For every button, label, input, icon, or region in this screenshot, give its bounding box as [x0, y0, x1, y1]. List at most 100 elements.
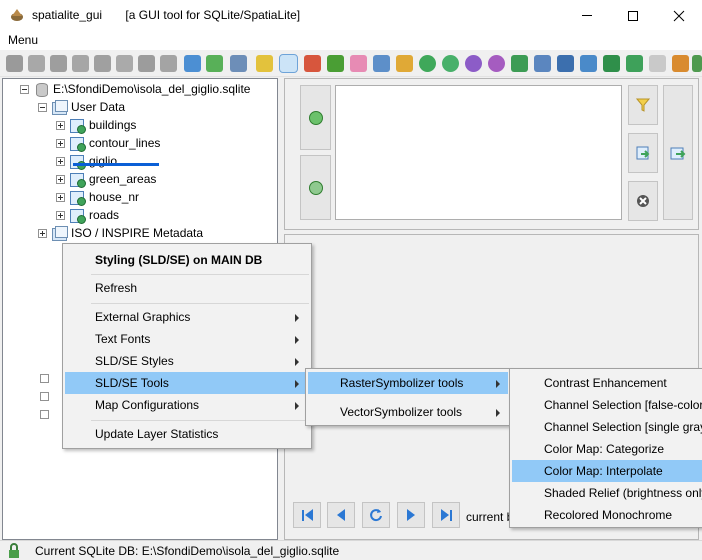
- edit-icon[interactable]: [396, 55, 413, 72]
- execute-sql-button[interactable]: [663, 85, 693, 220]
- load-sql-button[interactable]: [628, 133, 658, 173]
- sql-query-input[interactable]: [335, 85, 622, 220]
- menu-item-recolored-monochrome[interactable]: Recolored Monochrome: [510, 504, 702, 526]
- submenu-arrow-icon: [295, 358, 299, 366]
- submenu-arrow-icon: [295, 380, 299, 388]
- prev-page-button[interactable]: [327, 502, 355, 528]
- menu-header: Styling (SLD/SE) on MAIN DB: [95, 253, 263, 267]
- menu-item-update-stats[interactable]: Update Layer Statistics: [63, 423, 311, 445]
- expand-icon[interactable]: [40, 392, 49, 401]
- menu-item-text-fonts[interactable]: Text Fonts: [63, 328, 311, 350]
- menu-item-label: SLD/SE Tools: [95, 376, 169, 390]
- refresh-results-button[interactable]: [362, 502, 390, 528]
- bug-icon[interactable]: [327, 55, 344, 72]
- app-logo-icon: [11, 9, 23, 21]
- menu-separator: [91, 303, 309, 304]
- memory-db-icon[interactable]: [72, 55, 89, 72]
- tree-metadata[interactable]: ISO / INSPIRE Metadata: [38, 224, 203, 242]
- eye-icon[interactable]: [649, 55, 666, 72]
- menu-item-refresh[interactable]: Refresh: [63, 277, 311, 299]
- create-db-icon[interactable]: [50, 55, 67, 72]
- tree-root[interactable]: E:\SfondiDemo\isola_del_giglio.sqlite: [20, 80, 250, 98]
- collapse-icon[interactable]: [20, 84, 29, 94]
- tree-table-item[interactable]: buildings: [56, 116, 136, 134]
- tree-table-item[interactable]: house_nr: [56, 188, 139, 206]
- tree-user-data[interactable]: User Data: [38, 98, 125, 116]
- flower-icon[interactable]: [350, 55, 367, 72]
- menu-item-map-configurations[interactable]: Map Configurations: [63, 394, 311, 416]
- tree-selection-highlight: [73, 163, 159, 166]
- attach-icon[interactable]: [160, 55, 177, 72]
- clear-button[interactable]: [628, 181, 658, 221]
- menu-main[interactable]: Menu: [8, 33, 38, 47]
- submenu-arrow-icon: [496, 409, 500, 417]
- menu-item-contrast-enhancement[interactable]: Contrast Enhancement: [510, 372, 702, 394]
- globe-icon[interactable]: [442, 55, 459, 72]
- collapse-icon[interactable]: [38, 102, 47, 112]
- menu-item-sld-styles[interactable]: SLD/SE Styles: [63, 350, 311, 372]
- expand-icon[interactable]: [56, 156, 65, 166]
- menu-item-sld-tools[interactable]: SLD/SE Tools: [65, 372, 309, 394]
- next-page-button[interactable]: [397, 502, 425, 528]
- overflow-icon[interactable]: [692, 55, 702, 72]
- sql-history-back-button[interactable]: [300, 85, 331, 150]
- tree-table-item[interactable]: contour_lines: [56, 134, 160, 152]
- expand-icon[interactable]: [56, 192, 65, 202]
- excel-icon[interactable]: [603, 55, 620, 72]
- menu-item-external-graphics[interactable]: External Graphics: [63, 306, 311, 328]
- filter-icon: [636, 98, 650, 112]
- sql-history-forward-button[interactable]: [300, 155, 331, 220]
- status-text: Current SQLite DB: E:\SfondiDemo\isola_d…: [35, 544, 340, 558]
- last-page-button[interactable]: [432, 502, 460, 528]
- close-button[interactable]: [656, 0, 702, 31]
- expand-icon[interactable]: [56, 120, 65, 130]
- load-xl-icon[interactable]: [256, 55, 273, 72]
- export-icon[interactable]: [373, 55, 390, 72]
- tree-table-item[interactable]: roads: [56, 206, 119, 224]
- globe-green-icon[interactable]: [419, 55, 436, 72]
- clone-db-icon[interactable]: [116, 55, 133, 72]
- expand-icon[interactable]: [56, 210, 65, 220]
- submenu-arrow-icon: [295, 402, 299, 410]
- query-icon[interactable]: [557, 55, 574, 72]
- menu-item-color-map-interpolate[interactable]: Color Map: Interpolate: [512, 460, 702, 482]
- expand-icon[interactable]: [38, 228, 47, 238]
- table-label: buildings: [89, 118, 137, 132]
- chart-icon[interactable]: [304, 55, 321, 72]
- menu-item-label: Map Configurations: [95, 398, 200, 412]
- dbf-icon[interactable]: [534, 55, 551, 72]
- refresh-tool-icon[interactable]: [626, 55, 643, 72]
- menu-item-channel-false-color[interactable]: Channel Selection [false-color: [510, 394, 702, 416]
- menu-item-vector-tools[interactable]: VectorSymbolizer tools: [306, 401, 510, 423]
- save-memory-icon[interactable]: [94, 55, 111, 72]
- selected-tool-icon[interactable]: [279, 54, 298, 73]
- menu-item-shaded-relief[interactable]: Shaded Relief (brightness only: [510, 482, 702, 504]
- disconnect-icon[interactable]: [28, 55, 45, 72]
- filter-button[interactable]: [628, 85, 658, 125]
- submenu-arrow-icon: [295, 314, 299, 322]
- vacuum-icon[interactable]: [138, 55, 155, 72]
- maximize-button[interactable]: [610, 0, 656, 31]
- tree-table-item[interactable]: green_areas: [56, 170, 156, 188]
- postgres-icon[interactable]: [230, 55, 247, 72]
- table-icon[interactable]: [580, 55, 597, 72]
- load-shp-icon[interactable]: [206, 55, 223, 72]
- expand-icon[interactable]: [56, 138, 65, 148]
- menu-item-color-map-categorize[interactable]: Color Map: Categorize: [510, 438, 702, 460]
- puzzle-icon[interactable]: [672, 55, 689, 72]
- table-label: contour_lines: [89, 136, 161, 150]
- expand-icon[interactable]: [56, 174, 65, 184]
- sql-script-icon[interactable]: [184, 55, 201, 72]
- expand-icon[interactable]: [40, 374, 49, 383]
- minimize-button[interactable]: [564, 0, 610, 31]
- import-icon[interactable]: [511, 55, 528, 72]
- menu-item-channel-single-gray[interactable]: Channel Selection [single gray: [510, 416, 702, 438]
- first-page-button[interactable]: [293, 502, 321, 528]
- menu-item-raster-tools[interactable]: RasterSymbolizer tools: [308, 372, 508, 394]
- globe-purple-icon[interactable]: [465, 55, 482, 72]
- connect-icon[interactable]: [6, 55, 23, 72]
- expand-icon[interactable]: [40, 410, 49, 419]
- tree-table-item[interactable]: giglio: [56, 152, 117, 170]
- globe-violet-icon[interactable]: [488, 55, 505, 72]
- spatial-table-icon: [69, 117, 86, 134]
